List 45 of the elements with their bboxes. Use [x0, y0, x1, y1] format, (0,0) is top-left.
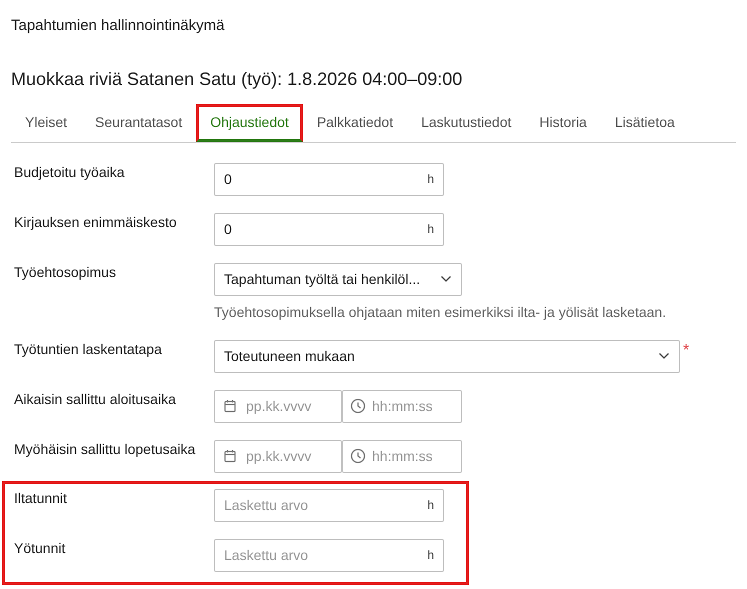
calendar-icon: [223, 399, 237, 413]
field-value: 0: [224, 220, 232, 238]
clock-icon: [350, 398, 366, 414]
select-value: Toteutuneen mukaan: [224, 346, 355, 366]
clock-icon: [350, 448, 366, 464]
field-label: Budjetoitu työaika: [13, 162, 126, 180]
tab[interactable]: Lisätietoa: [600, 104, 689, 142]
unit-label: h: [427, 497, 434, 514]
field-label: Kirjauksen enimmäiskesto: [13, 212, 178, 230]
computed-field[interactable]: Laskettu arvo h: [214, 538, 444, 572]
tab[interactable]: Palkkatiedot: [302, 104, 408, 142]
select-value: Tapahtuman työltä tai henkilöl...: [224, 270, 420, 289]
unit-label: h: [427, 171, 434, 188]
number-field[interactable]: 0 h: [214, 162, 444, 196]
field-label: Aikaisin sallittu aloitusaika: [13, 390, 177, 408]
tab[interactable]: Ohjaustiedot: [196, 104, 303, 142]
select-field[interactable]: Toteutuneen mukaan: [214, 340, 680, 372]
number-field[interactable]: 0 h: [214, 212, 444, 246]
field-placeholder: Laskettu arvo: [224, 496, 308, 514]
chevron-down-icon: [440, 275, 452, 283]
computed-field[interactable]: Laskettu arvo h: [214, 488, 444, 522]
required-mark: *: [683, 342, 690, 358]
field-placeholder: Laskettu arvo: [224, 546, 308, 564]
chevron-down-icon: [658, 352, 670, 360]
field-label: Myöhäisin sallittu lopetusaika: [13, 440, 196, 458]
date-placeholder: pp.kk.vvvv: [246, 446, 312, 466]
page-title: Tapahtumien hallinnointinäkymä: [10, 16, 226, 36]
dialog-heading: Muokkaa riviä Satanen Satu (työ): 1.8.2026 04:00–09:00: [10, 68, 464, 91]
hint-text: Työehtosopimuksella ohjataan miten esimerkiksi ilta- ja yölisät lasketaan.: [214, 302, 666, 322]
tab[interactable]: Seurantatasot: [81, 104, 196, 142]
time-placeholder: hh:mm:ss: [372, 396, 433, 416]
calendar-icon: [223, 449, 237, 463]
select-field[interactable]: Tapahtuman työltä tai henkilöl...: [214, 262, 462, 296]
field-label: Iltatunnit: [13, 488, 68, 506]
tab[interactable]: Historia: [525, 104, 601, 142]
tab[interactable]: Laskutustiedot: [407, 104, 526, 142]
date-placeholder: pp.kk.vvvv: [246, 396, 312, 416]
unit-label: h: [427, 547, 434, 564]
tab[interactable]: Yleiset: [11, 104, 82, 142]
field-value: 0: [224, 170, 232, 188]
field-label: Työehtosopimus: [13, 262, 117, 280]
time-placeholder: hh:mm:ss: [372, 446, 433, 466]
unit-label: h: [427, 221, 434, 238]
field-label: Yötunnit: [13, 538, 66, 556]
field-label: Työtuntien laskentatapa: [13, 340, 163, 358]
